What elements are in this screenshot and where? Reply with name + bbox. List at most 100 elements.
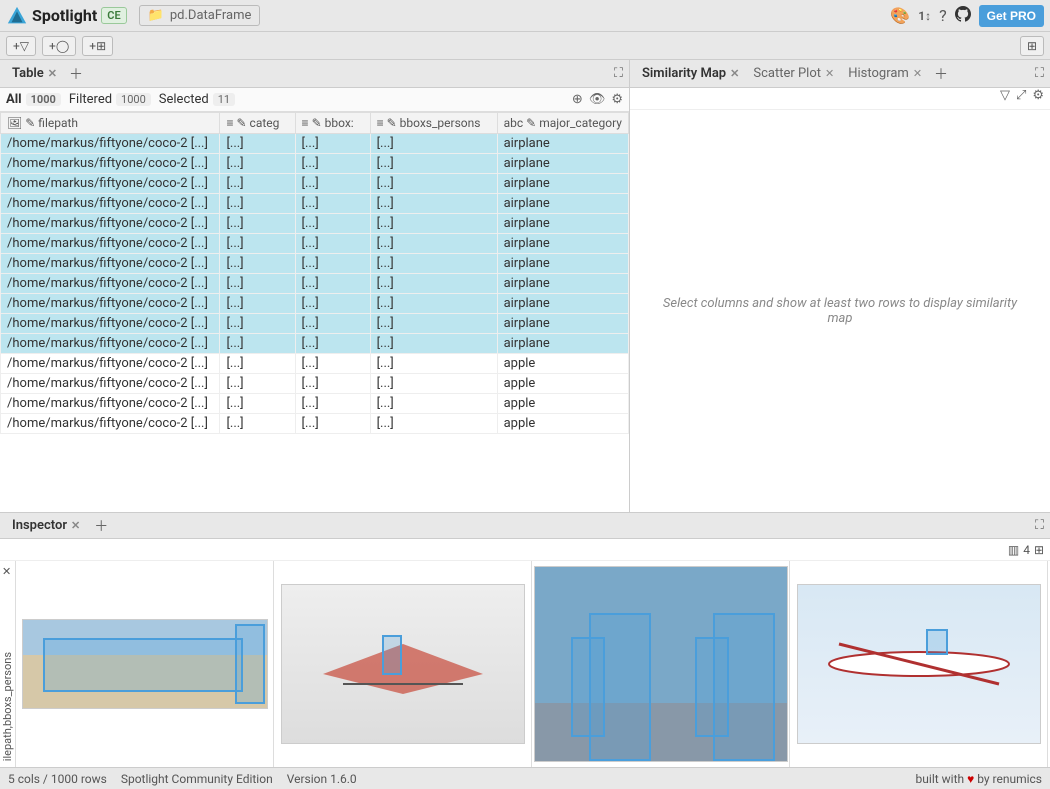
github-icon[interactable] — [955, 6, 971, 26]
help-icon[interactable]: ? — [939, 6, 947, 25]
fit-icon[interactable]: ⤢ — [1016, 88, 1026, 109]
add-tab-button[interactable]: ＋ — [90, 516, 112, 536]
tab-inspector[interactable]: Inspector✕ — [6, 516, 86, 535]
close-icon[interactable]: ✕ — [913, 67, 922, 80]
cell-major-category: airplane — [497, 334, 628, 354]
inspector-tabs: Inspector✕ ＋ ⛶ — [0, 513, 1050, 539]
table-row[interactable]: /home/markus/fiftyone/coco-2 [...][...][… — [1, 134, 629, 154]
filter-all[interactable]: All1000 — [6, 92, 61, 107]
table-wrap[interactable]: 🖼✎filepath ≡✎categ ≡✎bbox: ≡✎bboxs_perso… — [0, 112, 629, 512]
add-layout-button[interactable]: +⊞ — [82, 36, 113, 56]
cell-filepath: /home/markus/fiftyone/coco-2 [...] — [1, 194, 220, 214]
filter-bar: All1000 Filtered1000 Selected11 ⊕ 👁 ⚙ — [0, 88, 629, 112]
cell-category: [...] — [220, 354, 295, 374]
inspector-image-1[interactable] — [16, 561, 274, 767]
table-tabs: Table✕ ＋ ⛶ — [0, 60, 629, 88]
table-row[interactable]: /home/markus/fiftyone/coco-2 [...][...][… — [1, 194, 629, 214]
inspector-sidebar: ✕ ilepath,bboxs_persons — [0, 561, 16, 767]
table-row[interactable]: /home/markus/fiftyone/coco-2 [...][...][… — [1, 354, 629, 374]
inspector-image-3[interactable] — [532, 561, 790, 767]
cell-major-category: airplane — [497, 294, 628, 314]
table-row[interactable]: /home/markus/fiftyone/coco-2 [...][...][… — [1, 234, 629, 254]
columns-icon[interactable]: ▥ — [1008, 543, 1019, 557]
table-row[interactable]: /home/markus/fiftyone/coco-2 [...][...][… — [1, 334, 629, 354]
cell-filepath: /home/markus/fiftyone/coco-2 [...] — [1, 134, 220, 154]
expand-icon[interactable]: ⛶ — [1035, 66, 1044, 81]
table-row[interactable]: /home/markus/fiftyone/coco-2 [...][...][… — [1, 314, 629, 334]
close-icon[interactable]: ✕ — [71, 519, 80, 532]
close-icon[interactable]: ✕ — [825, 67, 834, 80]
expand-icon[interactable]: ⛶ — [614, 66, 623, 81]
layers-icon: ≡ — [302, 116, 309, 130]
cell-bboxs: [...] — [295, 154, 370, 174]
cell-bboxs: [...] — [295, 374, 370, 394]
edit-icon: ✎ — [25, 116, 35, 130]
settings-icon[interactable]: ⚙ — [1032, 88, 1044, 109]
settings-icon[interactable]: ⚙ — [611, 92, 623, 107]
table-row[interactable]: /home/markus/fiftyone/coco-2 [...][...][… — [1, 374, 629, 394]
table-row[interactable]: /home/markus/fiftyone/coco-2 [...][...][… — [1, 214, 629, 234]
add-tab-button[interactable]: ＋ — [930, 64, 952, 84]
toolbar-secondary: +▽ +◯ +⊞ ⊞ — [0, 32, 1050, 60]
cell-category: [...] — [220, 254, 295, 274]
logo: Spotlight CE — [6, 5, 127, 27]
table-row[interactable]: /home/markus/fiftyone/coco-2 [...][...][… — [1, 394, 629, 414]
grid-icon[interactable]: ⊞ — [1034, 543, 1044, 557]
cell-filepath: /home/markus/fiftyone/coco-2 [...] — [1, 274, 220, 294]
tab-table[interactable]: Table✕ — [6, 64, 63, 83]
inspector-image-4[interactable] — [790, 561, 1048, 767]
table-row[interactable]: /home/markus/fiftyone/coco-2 [...][...][… — [1, 274, 629, 294]
inspector-image-2[interactable] — [274, 561, 532, 767]
inspector-body[interactable]: ✕ ilepath,bboxs_persons — [0, 561, 1050, 767]
cell-bboxs-persons: [...] — [370, 214, 497, 234]
table-row[interactable]: /home/markus/fiftyone/coco-2 [...][...][… — [1, 294, 629, 314]
th-filepath[interactable]: 🖼✎filepath — [1, 113, 220, 134]
filter-filtered[interactable]: Filtered1000 — [69, 92, 151, 107]
cell-bboxs: [...] — [295, 214, 370, 234]
cell-major-category: airplane — [497, 314, 628, 334]
tab-similarity-map[interactable]: Similarity Map✕ — [636, 64, 745, 83]
table-row[interactable]: /home/markus/fiftyone/coco-2 [...][...][… — [1, 154, 629, 174]
th-bboxs[interactable]: ≡✎bbox: — [295, 113, 370, 134]
get-pro-button[interactable]: Get PRO — [979, 5, 1044, 27]
image-icon: 🖼 — [7, 116, 22, 130]
table-row[interactable]: /home/markus/fiftyone/coco-2 [...][...][… — [1, 174, 629, 194]
simmap-placeholder: Select columns and show at least two row… — [630, 110, 1050, 512]
cell-bboxs: [...] — [295, 234, 370, 254]
cell-filepath: /home/markus/fiftyone/coco-2 [...] — [1, 354, 220, 374]
close-icon[interactable]: ✕ — [48, 67, 57, 80]
grid-count: 4 — [1023, 543, 1030, 557]
edit-icon: ✎ — [526, 116, 536, 130]
add-tab-button[interactable]: ＋ — [65, 64, 87, 84]
close-icon[interactable]: ✕ — [730, 67, 739, 80]
cell-bboxs-persons: [...] — [370, 194, 497, 214]
filter-icon[interactable]: ▽ — [1000, 88, 1010, 109]
filter-selected[interactable]: Selected11 — [159, 92, 235, 107]
cell-filepath: /home/markus/fiftyone/coco-2 [...] — [1, 414, 220, 434]
layers-icon: ≡ — [377, 116, 384, 130]
cell-category: [...] — [220, 194, 295, 214]
th-category[interactable]: ≡✎categ — [220, 113, 295, 134]
tab-scatter-plot[interactable]: Scatter Plot✕ — [747, 64, 840, 83]
cell-filepath: /home/markus/fiftyone/coco-2 [...] — [1, 314, 220, 334]
table-row[interactable]: /home/markus/fiftyone/coco-2 [...][...][… — [1, 254, 629, 274]
vis-panel: Similarity Map✕ Scatter Plot✕ Histogram✕… — [630, 60, 1050, 512]
cell-major-category: apple — [497, 374, 628, 394]
color-palette-icon[interactable]: 🎨 — [890, 6, 910, 25]
add-tag-button[interactable]: +◯ — [42, 36, 76, 56]
status-bar: 5 cols / 1000 rows Spotlight Community E… — [0, 767, 1050, 789]
visibility-icon[interactable]: 👁 — [589, 92, 606, 107]
table-row[interactable]: /home/markus/fiftyone/coco-2 [...][...][… — [1, 414, 629, 434]
close-icon[interactable]: ✕ — [2, 565, 11, 578]
path-box[interactable]: 📁 pd.DataFrame — [139, 5, 261, 26]
sort-numeric-icon[interactable]: 1↕ — [918, 9, 931, 23]
add-filter-button[interactable]: +▽ — [6, 36, 36, 56]
expand-icon[interactable]: ⛶ — [1035, 518, 1044, 533]
cell-category: [...] — [220, 234, 295, 254]
th-major-category[interactable]: abc ✎major_category — [497, 113, 628, 134]
layout-grid-button[interactable]: ⊞ — [1020, 36, 1044, 56]
add-column-icon[interactable]: ⊕ — [572, 92, 583, 107]
tab-histogram[interactable]: Histogram✕ — [842, 64, 928, 83]
th-bboxs-persons[interactable]: ≡✎bboxs_persons — [370, 113, 497, 134]
cell-bboxs: [...] — [295, 194, 370, 214]
